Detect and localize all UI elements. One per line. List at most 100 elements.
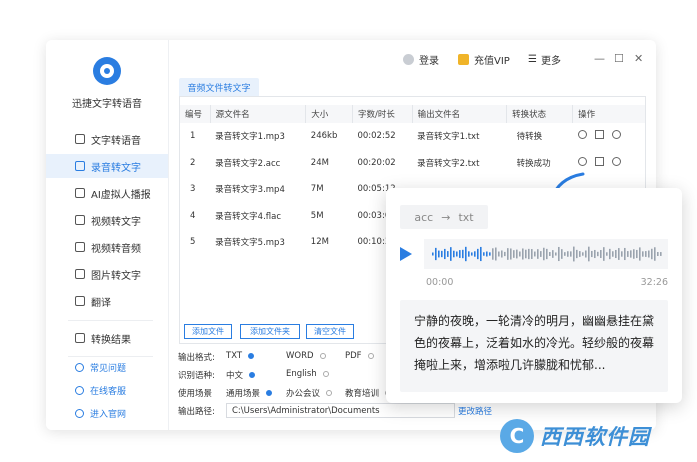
col-source: 源文件名 <box>210 105 307 123</box>
format-option-word[interactable]: WORD <box>286 351 326 361</box>
play-icon[interactable] <box>400 247 412 261</box>
add-file-button[interactable]: 添加文件 <box>184 324 232 339</box>
sidebar-item-ai-avatar[interactable]: AI虚拟人播报 <box>46 181 168 205</box>
waveform-bar <box>495 247 497 261</box>
waveform-bar <box>654 247 656 261</box>
maximize-icon[interactable]: ☐ <box>614 52 624 65</box>
waveform-bar <box>459 250 461 258</box>
col-no: 编号 <box>180 105 211 123</box>
waveform-bar <box>582 252 584 256</box>
waveform-bar <box>447 251 449 257</box>
vip-button[interactable]: 充值VIP <box>458 52 510 67</box>
app-name: 迅捷文字转语音 <box>72 99 142 110</box>
waveform-bar <box>651 248 653 260</box>
waveform-bar <box>453 250 455 258</box>
waveform-bar <box>624 247 626 261</box>
scene-option-general[interactable]: 通用场景 <box>226 387 273 399</box>
waveform-bar <box>507 248 509 260</box>
delete-icon[interactable] <box>611 130 621 140</box>
waveform-bar <box>588 246 590 262</box>
waveform-bar <box>525 249 527 259</box>
waveform-bar <box>636 249 638 259</box>
preview-icon[interactable] <box>577 130 587 140</box>
output-path-field[interactable]: C:\Users\Administrator\Documents <box>226 403 455 418</box>
waveform-bar <box>504 251 506 257</box>
results-icon <box>75 333 85 343</box>
waveform-bar <box>546 248 548 260</box>
waveform-bar <box>564 252 566 256</box>
waveform-bar <box>618 248 620 260</box>
scene-label: 使用场景 <box>178 389 213 399</box>
scene-option-meeting[interactable]: 办公会议 <box>286 387 333 399</box>
waveform-bar <box>492 248 494 260</box>
clear-files-button[interactable]: 清空文件 <box>306 324 354 339</box>
waveform-bar <box>471 252 473 256</box>
waveform-bar <box>438 250 440 258</box>
delete-icon[interactable] <box>611 156 621 166</box>
radio <box>322 371 329 377</box>
sidebar-item-results[interactable]: 转换结果 <box>46 326 168 350</box>
video-icon <box>75 215 85 225</box>
waveform-bar <box>657 252 659 256</box>
waveform-bar <box>528 248 530 260</box>
radio-selected <box>249 372 256 378</box>
sidebar-item-video-to-audio[interactable]: 视频转音频 <box>46 235 168 259</box>
time-start: 00:00 <box>426 277 454 288</box>
waveform-bar <box>516 249 518 259</box>
tab-audio-to-text[interactable]: 音频文件转文字 <box>179 78 259 96</box>
folder-icon[interactable] <box>594 156 604 166</box>
waveform-bar <box>615 249 617 259</box>
waveform-bar <box>567 251 569 257</box>
folder-icon[interactable] <box>594 130 604 140</box>
sidebar-item-text-to-speech[interactable]: 文字转语音 <box>46 127 168 151</box>
change-path-link[interactable]: 更改路径 <box>458 405 492 417</box>
table-row[interactable]: 1 录音转文字1.mp3 246kb 00:02:52 录音转文字1.txt 待… <box>180 123 645 150</box>
waveform-bar <box>498 251 500 257</box>
sidebar-item-image-to-text[interactable]: 图片转文字 <box>46 262 168 286</box>
format-option-txt[interactable]: TXT <box>226 351 255 361</box>
scene-option-education[interactable]: 教育培训 <box>345 387 392 399</box>
faq-link[interactable]: 常见问题 <box>46 358 168 376</box>
format-label: 输出格式: <box>178 353 215 363</box>
close-icon[interactable]: ✕ <box>634 52 643 65</box>
divider <box>68 356 153 357</box>
more-button[interactable]: ☰ 更多 <box>528 52 561 67</box>
sidebar-item-video-to-text[interactable]: 视频转文字 <box>46 208 168 232</box>
preview-icon[interactable] <box>577 156 587 166</box>
format-option-pdf[interactable]: PDF <box>345 351 374 361</box>
transcribed-text: 宁静的夜晚，一轮清冷的明月，幽幽悬挂在黛色的夜幕上，泛着如水的冷光。轻纱般的夜幕… <box>400 300 668 392</box>
waveform-bar <box>627 251 629 257</box>
radio <box>367 353 374 359</box>
website-link[interactable]: 进入官网 <box>46 404 168 422</box>
waveform-bar <box>558 246 560 262</box>
waveform-bar <box>645 251 647 257</box>
waveform-bar <box>597 251 599 257</box>
waveform-bar <box>612 251 614 257</box>
col-status: 转换状态 <box>506 105 574 123</box>
col-duration: 字数/时长 <box>352 105 413 123</box>
waveform-bar <box>450 247 452 261</box>
add-folder-button[interactable]: 添加文件夹 <box>240 324 300 339</box>
waveform-bar <box>468 251 470 257</box>
support-link[interactable]: 在线客服 <box>46 381 168 399</box>
waveform-bar <box>660 252 662 256</box>
waveform-bar <box>585 250 587 258</box>
sidebar-item-translate[interactable]: 翻译 <box>46 289 168 313</box>
radio-selected <box>266 390 273 396</box>
waveform-bar <box>555 252 557 256</box>
lang-option-chinese[interactable]: 中文 <box>226 369 256 381</box>
waveform-bar <box>510 248 512 260</box>
lang-option-english[interactable]: English <box>286 369 329 379</box>
waveform-bar <box>630 250 632 258</box>
radio-selected <box>248 353 255 359</box>
support-icon <box>75 385 84 395</box>
login-button[interactable]: 登录 <box>403 52 439 67</box>
col-output: 输出文件名 <box>412 105 508 123</box>
translate-icon <box>75 296 85 306</box>
waveform-bar <box>486 251 488 257</box>
minimize-icon[interactable]: — <box>594 52 605 65</box>
topbar: 登录 充值VIP ☰ 更多 — ☐ ✕ <box>168 40 656 74</box>
sidebar-item-recording-to-text[interactable]: 录音转文字 <box>46 154 168 178</box>
divider <box>68 320 153 321</box>
waveform-bar <box>489 252 491 256</box>
